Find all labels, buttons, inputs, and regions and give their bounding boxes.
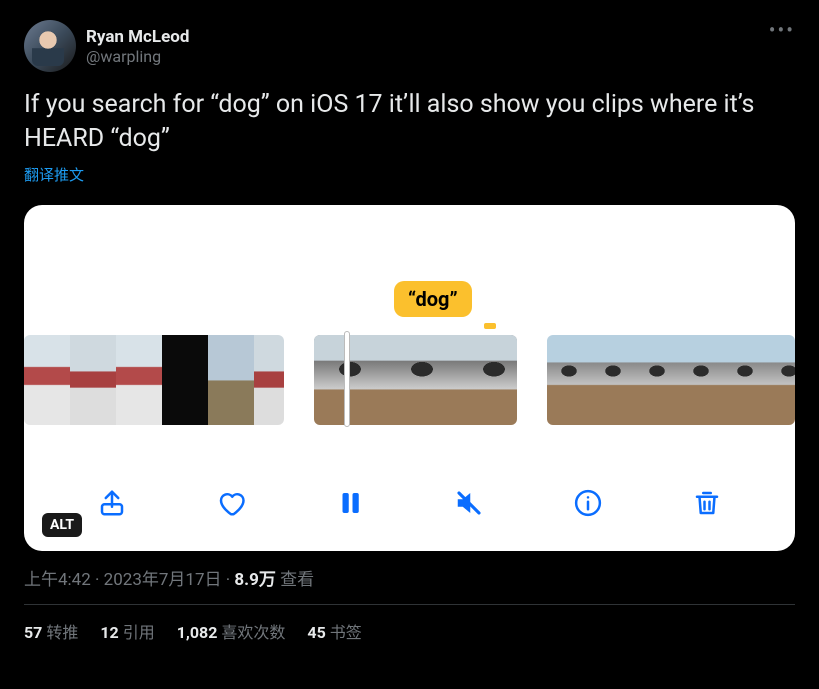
clip-thumbnail xyxy=(254,335,284,425)
trash-icon[interactable] xyxy=(687,483,727,523)
likes-stat[interactable]: 1,082喜欢次数 xyxy=(177,619,286,643)
mute-icon[interactable] xyxy=(449,483,489,523)
quotes-stat[interactable]: 12引用 xyxy=(100,619,154,643)
divider xyxy=(24,604,795,605)
alt-badge[interactable]: ALT xyxy=(42,513,82,537)
video-timeline[interactable] xyxy=(24,335,795,425)
clip-group[interactable] xyxy=(24,335,284,425)
clip-group[interactable] xyxy=(547,335,795,425)
caption-bubble: “dog” xyxy=(394,281,472,317)
translate-link[interactable]: 翻译推文 xyxy=(24,164,84,185)
avatar[interactable] xyxy=(24,20,76,72)
tweet-header: Ryan McLeod @warpling xyxy=(24,20,795,72)
bookmarks-stat[interactable]: 45书签 xyxy=(307,619,361,643)
views-label[interactable]: 查看 xyxy=(280,570,314,590)
handle[interactable]: @warpling xyxy=(86,47,189,66)
tweet-time[interactable]: 上午4:42 xyxy=(24,570,91,590)
tweet-meta: 上午4:42 · 2023年7月17日 · 8.9万 查看 xyxy=(24,565,795,590)
clip-thumbnail xyxy=(458,335,517,425)
clip-thumbnail xyxy=(723,335,767,425)
heart-icon[interactable] xyxy=(211,483,251,523)
media-attachment[interactable]: “dog” xyxy=(24,205,795,551)
retweets-stat[interactable]: 57转推 xyxy=(24,619,78,643)
clip-thumbnail xyxy=(116,335,162,425)
clip-thumbnail xyxy=(679,335,723,425)
display-name[interactable]: Ryan McLeod xyxy=(86,27,189,47)
tweet-container: ••• Ryan McLeod @warpling If you search … xyxy=(8,8,811,655)
clip-thumbnail xyxy=(386,335,458,425)
clip-thumbnail xyxy=(208,335,254,425)
author-names: Ryan McLeod @warpling xyxy=(86,20,189,72)
clip-thumbnail xyxy=(591,335,635,425)
share-icon[interactable] xyxy=(92,483,132,523)
clip-thumbnail xyxy=(547,335,591,425)
info-icon[interactable] xyxy=(568,483,608,523)
caption-marker xyxy=(484,323,496,329)
views-count: 8.9万 xyxy=(234,570,275,590)
more-options-button[interactable]: ••• xyxy=(769,20,795,40)
clip-thumbnail xyxy=(162,335,208,425)
playhead[interactable] xyxy=(344,331,350,427)
clip-thumbnail xyxy=(24,335,70,425)
tweet-date[interactable]: 2023年7月17日 xyxy=(104,570,222,590)
tweet-text: If you search for “dog” on iOS 17 it’ll … xyxy=(24,88,795,156)
clip-thumbnail xyxy=(635,335,679,425)
engagement-stats: 57转推 12引用 1,082喜欢次数 45书签 xyxy=(24,619,795,643)
clip-thumbnail xyxy=(70,335,116,425)
clip-thumbnail xyxy=(767,335,795,425)
media-toolbar xyxy=(24,475,795,531)
pause-icon[interactable] xyxy=(330,483,370,523)
